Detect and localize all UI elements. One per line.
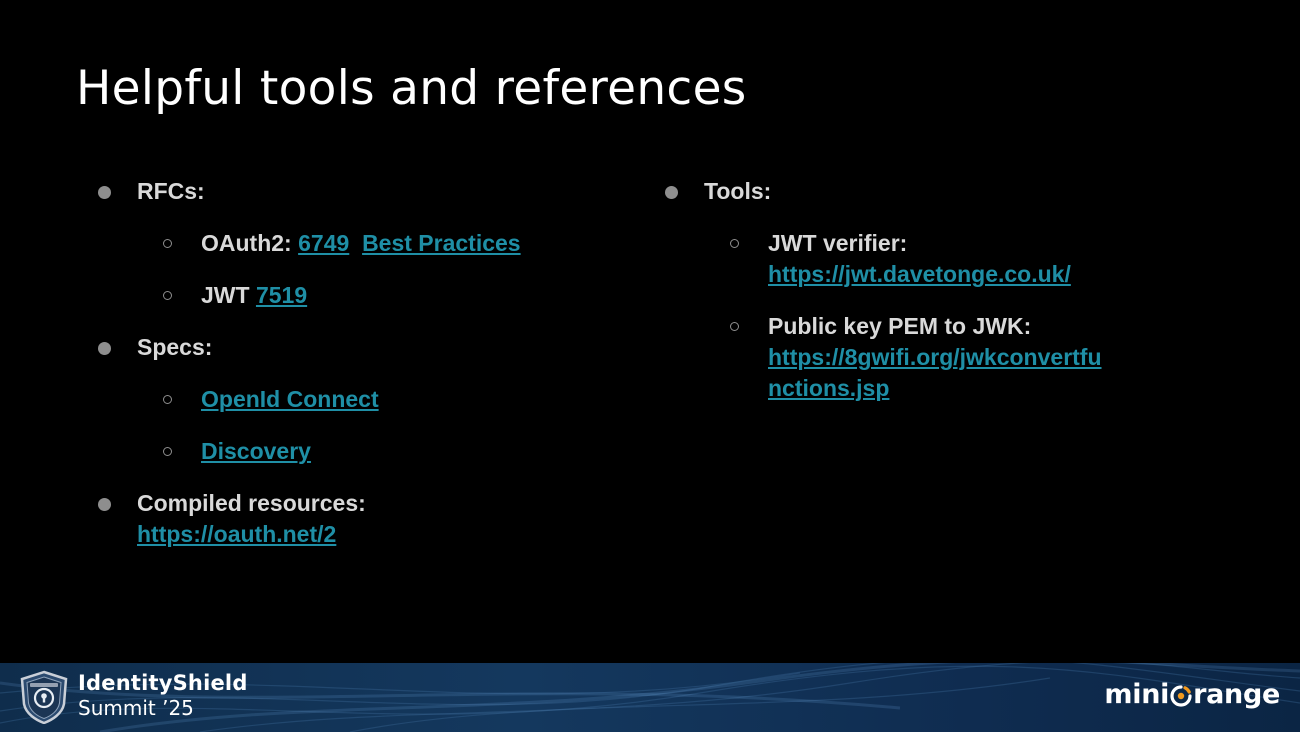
pem-to-jwk-link[interactable]: https://8gwifi.org/jwkconvertfunctions.j… bbox=[768, 344, 1102, 401]
slide-title: Helpful tools and references bbox=[76, 61, 747, 116]
bullet-ring bbox=[163, 239, 172, 248]
logo-text-left: mini bbox=[1104, 679, 1170, 710]
rfcs-label: RFCs: bbox=[137, 178, 205, 204]
rfc-6749-link[interactable]: 6749 bbox=[298, 230, 349, 256]
bullet-ring bbox=[730, 239, 739, 248]
discovery-link[interactable]: Discovery bbox=[201, 438, 311, 464]
bullet-dot bbox=[98, 342, 111, 355]
miniorange-logo: mini range bbox=[1104, 679, 1280, 710]
specs-label: Specs: bbox=[137, 334, 213, 360]
list-item-oauth2: OAuth2: 6749 Best Practices bbox=[163, 228, 538, 259]
compiled-label: Compiled resources: bbox=[137, 490, 366, 516]
oauth-net-link[interactable]: https://oauth.net/2 bbox=[137, 521, 336, 547]
rfc-7519-link[interactable]: 7519 bbox=[256, 282, 307, 308]
bullet-ring bbox=[730, 322, 739, 331]
list-item-openid: OpenId Connect bbox=[163, 384, 538, 415]
left-column: RFCs: OAuth2: 6749 Best Practices JWT 75… bbox=[98, 176, 538, 571]
list-item-jwt: JWT 7519 bbox=[163, 280, 538, 311]
list-item-discovery: Discovery bbox=[163, 436, 538, 467]
pem-label: Public key PEM to JWK: bbox=[768, 313, 1032, 339]
jwt-verifier-link[interactable]: https://jwt.davetonge.co.uk/ bbox=[768, 261, 1071, 287]
list-item-specs: Specs: bbox=[98, 332, 538, 363]
jwt-label: JWT bbox=[201, 282, 250, 308]
logo-o-icon bbox=[1170, 684, 1192, 707]
logo-text-right: range bbox=[1193, 679, 1280, 710]
jwt-verifier-label: JWT verifier: bbox=[768, 230, 908, 256]
best-practices-link[interactable]: Best Practices bbox=[362, 230, 521, 256]
bullet-dot bbox=[665, 186, 678, 199]
event-name: IdentityShield bbox=[78, 671, 248, 695]
right-column: Tools: JWT verifier: https://jwt.daveton… bbox=[665, 176, 1125, 425]
footer-banner: IdentityShield Summit ’25 mini range bbox=[0, 663, 1300, 732]
tools-label: Tools: bbox=[704, 178, 772, 204]
bullet-dot bbox=[98, 186, 111, 199]
bullet-ring bbox=[163, 291, 172, 300]
openid-connect-link[interactable]: OpenId Connect bbox=[201, 386, 379, 412]
bullet-ring bbox=[163, 447, 172, 456]
bullet-dot bbox=[98, 498, 111, 511]
list-item-pem-to-jwk: Public key PEM to JWK: https://8gwifi.or… bbox=[730, 311, 1103, 404]
event-year: Summit ’25 bbox=[78, 696, 194, 720]
list-item-tools: Tools: bbox=[665, 176, 1125, 207]
list-item-rfcs: RFCs: bbox=[98, 176, 538, 207]
list-item-jwt-verifier: JWT verifier: https://jwt.davetonge.co.u… bbox=[730, 228, 1125, 290]
bullet-ring bbox=[163, 395, 172, 404]
shield-logo-icon bbox=[20, 670, 68, 724]
oauth2-label: OAuth2: bbox=[201, 230, 292, 256]
list-item-compiled: Compiled resources: https://oauth.net/2 bbox=[98, 488, 538, 550]
